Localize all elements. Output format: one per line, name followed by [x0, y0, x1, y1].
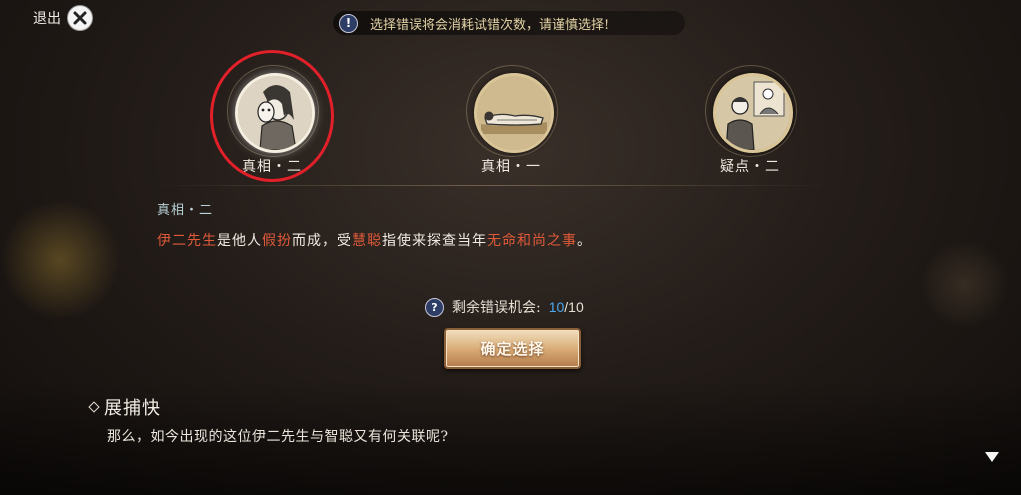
chances-value: 10/10	[549, 299, 584, 315]
detail-title: 真相・二	[157, 203, 214, 218]
clue-card-truth-1[interactable]: 真相・一	[451, 60, 571, 176]
speaker-name: 展捕快	[104, 398, 161, 419]
diamond-icon	[88, 401, 100, 413]
chances-total: /10	[564, 299, 584, 315]
detail-segment: 指使来探查当年	[382, 233, 487, 249]
detail-segment: 而成，受	[292, 233, 352, 249]
exclamation-icon: !	[339, 13, 358, 33]
exit-button[interactable]: 退出	[33, 5, 93, 31]
detail-segment: 无命和尚之事	[487, 233, 577, 249]
detail-description: 伊二先生是他人假扮而成，受慧聪指使来探查当年无命和尚之事。	[157, 230, 592, 250]
warning-text: 选择错误将会消耗试错次数，请谨慎选择!	[370, 17, 610, 33]
confirm-label: 确定选择	[480, 340, 545, 358]
detail-segment: 伊二先生	[157, 233, 217, 249]
next-arrow-icon[interactable]	[985, 452, 999, 462]
remaining-chances: ? 剩余错误机会: 10/10	[425, 297, 584, 317]
confirm-button[interactable]: 确定选择	[444, 328, 581, 369]
background-glow	[920, 240, 1010, 330]
chances-label: 剩余错误机会:	[452, 300, 541, 316]
clue-card-truth-2[interactable]: 真相・二	[210, 50, 334, 182]
detail-segment: 。	[577, 233, 592, 249]
warning-banner: ! 选择错误将会消耗试错次数，请谨慎选择!	[333, 11, 685, 35]
detail-segment: 假扮	[262, 233, 292, 249]
question-icon[interactable]: ?	[425, 297, 444, 317]
divider	[150, 185, 830, 186]
lying-figure-icon	[474, 73, 554, 153]
speaker: 展捕快	[88, 394, 161, 420]
background-glow	[0, 200, 120, 320]
detail-segment: 是他人	[217, 233, 262, 249]
close-icon[interactable]	[67, 5, 93, 31]
scholar-scene-icon	[713, 73, 793, 153]
detail-segment: 慧聪	[352, 233, 382, 249]
dialogue-text: 那么，如今出现的这位伊二先生与智聪又有何关联呢?	[107, 429, 449, 445]
exit-label: 退出	[33, 11, 61, 27]
chances-remaining: 10	[548, 299, 565, 315]
clue-card-doubt-2[interactable]: 疑点・二	[690, 60, 810, 176]
selection-ring	[210, 50, 334, 182]
